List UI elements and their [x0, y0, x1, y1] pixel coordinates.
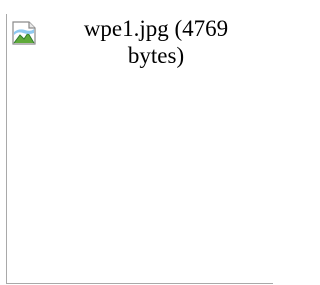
broken-image-placeholder: wpe1.jpg (4769 bytes): [6, 14, 273, 284]
alt-text-line-2: bytes): [127, 43, 185, 68]
broken-image-icon: [11, 20, 39, 46]
alt-text-line-1: wpe1.jpg (4769: [83, 16, 229, 41]
image-alt-text: wpe1.jpg (4769 bytes): [41, 15, 271, 69]
